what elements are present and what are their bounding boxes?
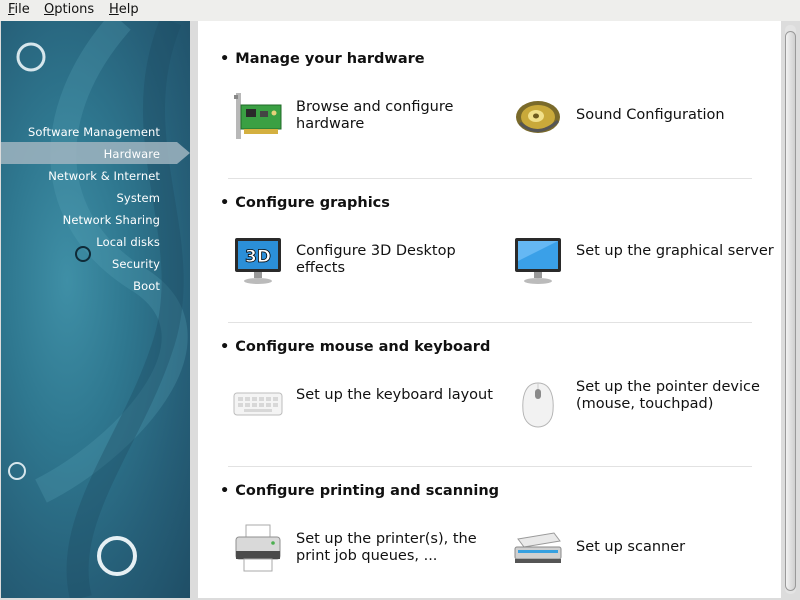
- item-printer-setup[interactable]: Set up the printer(s), the print job que…: [232, 523, 502, 583]
- item-label: Sound Configuration: [576, 107, 725, 123]
- sidebar-item-system[interactable]: System: [117, 191, 160, 205]
- scrollbar-thumb[interactable]: [785, 31, 796, 591]
- speaker-icon: [516, 101, 560, 133]
- monitor-icon: [515, 238, 561, 284]
- item-label: Set up scanner: [576, 539, 686, 555]
- item-pointer-device[interactable]: Set up the pointer device (mouse, touchp…: [512, 379, 782, 439]
- sidebar: Software Management Hardware Network & I…: [1, 21, 190, 598]
- section-divider: [228, 466, 752, 467]
- section-title-hardware: • Manage your hardware: [220, 51, 425, 67]
- item-browse-hardware[interactable]: Browse and configure hardware: [232, 91, 502, 151]
- printer-icon: [235, 524, 281, 572]
- menu-file[interactable]: File: [8, 2, 30, 17]
- sidebar-item-local-disks[interactable]: Local disks: [96, 235, 160, 249]
- sidebar-item-network-internet[interactable]: Network & Internet: [48, 169, 160, 183]
- menu-bar: File Options Help: [0, 0, 800, 21]
- section-title-printing-scanning: • Configure printing and scanning: [220, 483, 500, 499]
- mouse-icon: [522, 382, 554, 428]
- sidebar-item-security[interactable]: Security: [112, 257, 160, 271]
- item-label: Set up the pointer device (mouse, touchp…: [576, 379, 760, 412]
- scanner-icon: [514, 532, 562, 563]
- vertical-scrollbar[interactable]: [781, 21, 800, 598]
- main-content: • Manage your hardware Browse and configu…: [198, 21, 781, 598]
- sidebar-item-boot[interactable]: Boot: [133, 279, 160, 293]
- sidebar-item-hardware[interactable]: Hardware: [104, 147, 160, 161]
- item-label: Configure 3D Desktop effects: [296, 243, 456, 276]
- item-label: Set up the printer(s), the print job que…: [296, 531, 477, 564]
- sidebar-item-software-management[interactable]: Software Management: [28, 125, 160, 139]
- item-keyboard-layout[interactable]: Set up the keyboard layout: [232, 379, 502, 439]
- sidebar-decoration: [8, 21, 188, 598]
- section-divider: [228, 178, 752, 179]
- 3d-monitor-icon: 3D: [235, 238, 281, 284]
- section-title-graphics: • Configure graphics: [220, 195, 390, 211]
- active-item-arrow: [177, 142, 190, 164]
- item-3d-desktop-effects[interactable]: 3D Configure 3D Desktop effects: [232, 235, 502, 295]
- svg-text:3D: 3D: [245, 247, 271, 267]
- item-graphical-server[interactable]: Set up the graphical server: [512, 235, 782, 295]
- item-scanner-setup[interactable]: Set up scanner: [512, 523, 782, 583]
- section-title-mouse-keyboard: • Configure mouse and keyboard: [220, 339, 491, 355]
- item-label: Set up the graphical server: [576, 243, 774, 259]
- item-label: Browse and configure hardware: [296, 99, 454, 132]
- pci-card-icon: [234, 93, 282, 139]
- item-sound-configuration[interactable]: Sound Configuration: [512, 91, 782, 151]
- item-label: Set up the keyboard layout: [296, 387, 493, 403]
- menu-help[interactable]: Help: [109, 2, 139, 17]
- section-divider: [228, 322, 752, 323]
- menu-options[interactable]: Options: [44, 2, 94, 17]
- sidebar-item-network-sharing[interactable]: Network Sharing: [63, 213, 160, 227]
- keyboard-icon: [233, 392, 283, 416]
